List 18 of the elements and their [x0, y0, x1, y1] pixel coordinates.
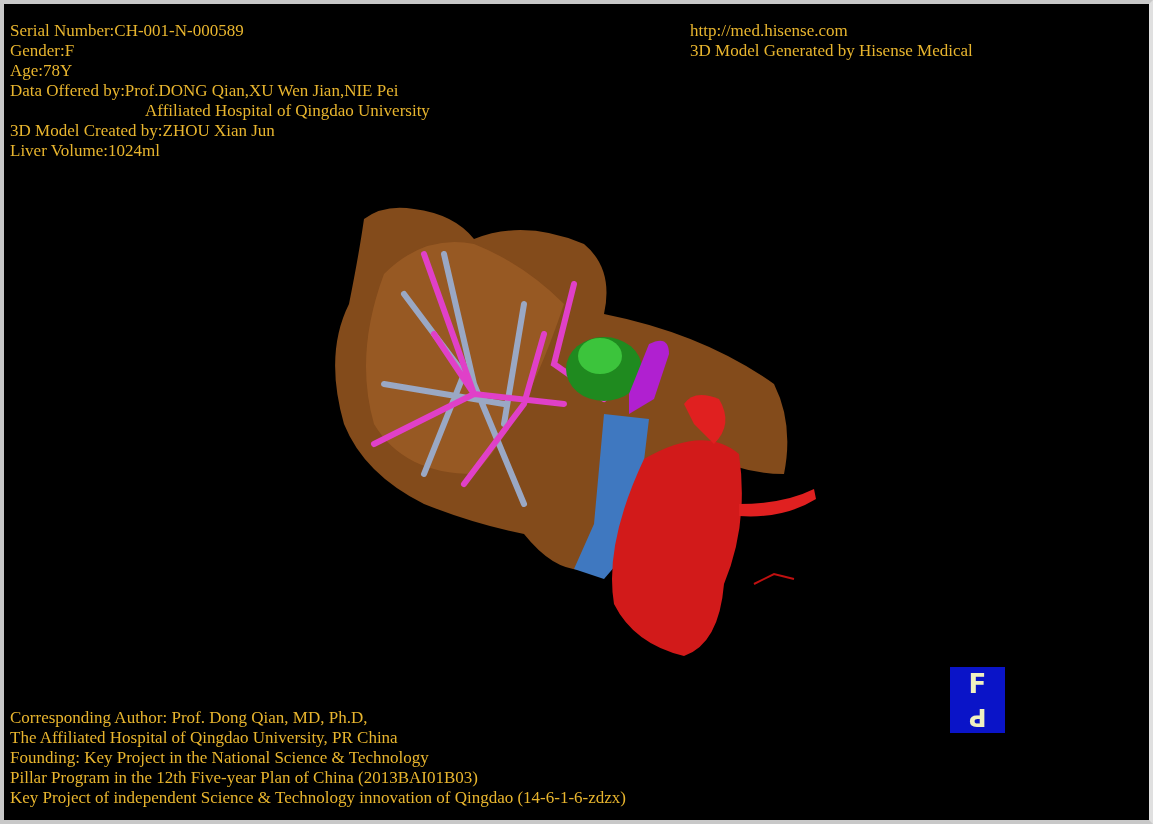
credit-text: Corresponding Author: Prof. Dong Qian, MD, Ph.D, — [10, 708, 368, 728]
cube-face-label: P — [968, 704, 987, 730]
credit-text: Founding: Key Project in the National Science & Technology — [10, 748, 429, 768]
credit-text: Pillar Program in the 12th Five-year Plan of China (2013BAI01B03) — [10, 768, 478, 788]
info-text: Gender:F — [10, 41, 75, 61]
credit-text: Key Project of independent Science & Technology innovation of Qingdao (14-6-1-6-zdzx) — [10, 788, 626, 808]
viewport[interactable] — [0, 0, 1153, 824]
info-text: http://med.hisense.com — [690, 21, 848, 41]
info-text: Affiliated Hospital of Qingdao University — [145, 101, 430, 121]
info-text: Serial Number:CH-001-N-000589 — [10, 21, 244, 41]
orientation-cube[interactable]: F P — [950, 667, 1005, 733]
info-text: 3D Model Created by:ZHOU Xian Jun — [10, 121, 275, 141]
credit-text: The Affiliated Hospital of Qingdao University, PR China — [10, 728, 398, 748]
info-text: Data Offered by:Prof.DONG Qian,XU Wen Jian,NIE Pei — [10, 81, 399, 101]
cube-face-label: F — [968, 670, 987, 698]
info-text: Liver Volume:1024ml — [10, 141, 160, 161]
info-text: Age:78Y — [10, 61, 73, 81]
info-text: 3D Model Generated by Hisense Medical — [690, 41, 973, 61]
